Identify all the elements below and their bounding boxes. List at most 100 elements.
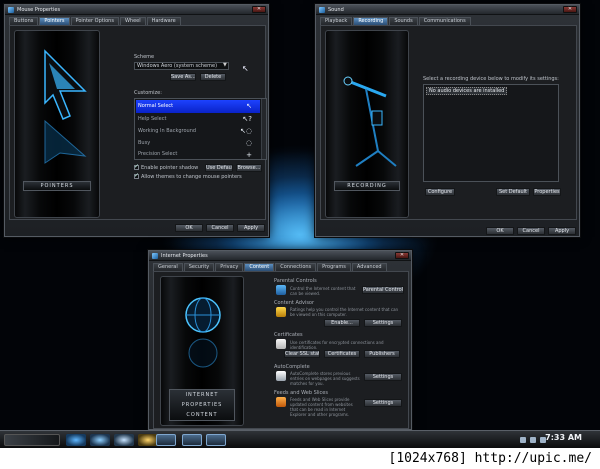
content-advisor-icon xyxy=(276,307,286,317)
recording-instruction: Select a recording device below to modif… xyxy=(423,76,559,82)
autocomplete-settings-button[interactable]: Settings xyxy=(364,373,402,381)
content-art: INTERNET PROPERTIES CONTENT xyxy=(160,276,244,426)
certificates-desc: Use certificates for encrypted connectio… xyxy=(290,340,384,350)
tab-pointers[interactable]: Pointers xyxy=(39,17,70,25)
autocomplete-icon xyxy=(276,371,286,381)
mouse-window-icon xyxy=(8,7,14,13)
tab-wheel[interactable]: Wheel xyxy=(119,17,146,25)
taskbar-app-explorer-icon[interactable] xyxy=(66,434,86,446)
pointers-art: POINTERS xyxy=(14,30,100,218)
taskbar-app-network-icon[interactable] xyxy=(90,434,110,446)
mouse-cancel-button[interactable]: Cancel xyxy=(206,224,234,232)
feeds-title: Feeds and Web Slices xyxy=(274,390,328,396)
taskbar-app-mouse-properties[interactable] xyxy=(156,434,176,446)
taskbar: 7:33 AM xyxy=(0,430,600,448)
globe-art-icon xyxy=(185,297,221,368)
pointer-row-precision-select[interactable]: Precision Select + xyxy=(136,149,260,160)
tab-content[interactable]: Content xyxy=(244,263,275,271)
taskbar-app-browser-icon[interactable] xyxy=(138,434,158,446)
tray-volume-icon[interactable] xyxy=(530,437,536,443)
busy-cursor-icon: ◌ xyxy=(245,139,252,147)
content-advisor-desc: Ratings help you control the Internet co… xyxy=(290,307,399,317)
tab-hardware[interactable]: Hardware xyxy=(146,17,181,25)
tab-security[interactable]: Security xyxy=(183,263,215,271)
certificates-title: Certificates xyxy=(274,332,303,338)
taskbar-app-media-icon[interactable] xyxy=(114,434,134,446)
internet-window-icon xyxy=(152,253,158,259)
feeds-settings-button[interactable]: Settings xyxy=(364,399,402,407)
feeds-desc: Feeds and Web Slices provide updated con… xyxy=(290,397,353,417)
no-devices-message: No audio devices are installed xyxy=(426,87,508,95)
tab-buttons[interactable]: Buttons xyxy=(9,17,39,25)
tab-recording[interactable]: Recording xyxy=(353,17,389,25)
help-select-cursor-icon: ↖? xyxy=(242,115,252,123)
taskbar-app-internet-properties[interactable] xyxy=(206,434,226,446)
internet-panel: INTERNET PROPERTIES CONTENT Parental Con… xyxy=(153,271,409,429)
tray-network-icon[interactable] xyxy=(520,437,526,443)
enable-shadow-checkbox[interactable] xyxy=(134,163,139,170)
precision-select-cursor-icon: + xyxy=(246,151,252,159)
internet-titlebar[interactable]: Internet Properties ✕ xyxy=(149,251,411,261)
configure-button[interactable]: Configure xyxy=(425,188,455,196)
pointers-art-label: POINTERS xyxy=(23,181,91,191)
customize-label: Customize: xyxy=(134,90,162,96)
chevron-down-icon[interactable]: ▼ xyxy=(223,62,227,68)
allow-themes-label: Allow themes to change mouse pointers xyxy=(141,174,242,180)
taskbar-app-sound[interactable] xyxy=(182,434,202,446)
tab-playback[interactable]: Playback xyxy=(320,17,353,25)
sound-panel: RECORDING Select a recording device belo… xyxy=(320,25,577,220)
pointer-row-normal-select[interactable]: Normal Select ↖ xyxy=(136,100,260,113)
tab-communications[interactable]: Communications xyxy=(418,17,471,25)
mouse-titlebar[interactable]: Mouse Properties ✕ xyxy=(5,5,268,15)
set-default-button[interactable]: Set Default xyxy=(496,188,530,196)
tab-programs[interactable]: Programs xyxy=(317,263,351,271)
use-default-button[interactable]: Use Default xyxy=(205,164,233,172)
tab-pointer-options[interactable]: Pointer Options xyxy=(70,17,119,25)
sound-ok-button[interactable]: OK xyxy=(486,227,514,235)
properties-button[interactable]: Properties xyxy=(533,188,561,196)
sound-close-button[interactable]: ✕ xyxy=(563,6,577,13)
pointer-list-scrollbar[interactable] xyxy=(261,99,266,159)
mouse-ok-button[interactable]: OK xyxy=(175,224,203,232)
mouse-properties-window: Mouse Properties ✕ Buttons Pointers Poin… xyxy=(4,4,269,237)
start-orb-icon[interactable] xyxy=(4,434,60,446)
mouse-window-title: Mouse Properties xyxy=(17,7,61,13)
clear-ssl-button[interactable]: Clear SSL state xyxy=(284,350,320,358)
feeds-icon xyxy=(276,397,286,407)
recording-device-list[interactable]: No audio devices are installed xyxy=(423,84,559,182)
parental-controls-title: Parental Controls xyxy=(274,278,317,284)
normal-select-cursor-icon: ↖ xyxy=(246,102,252,110)
autocomplete-desc: AutoComplete stores previous entries on … xyxy=(290,371,360,386)
content-advisor-settings-button[interactable]: Settings xyxy=(364,319,402,327)
internet-tabs: General Security Privacy Content Connect… xyxy=(153,263,388,271)
delete-button[interactable]: Delete xyxy=(200,73,226,81)
save-as-button[interactable]: Save As... xyxy=(170,73,196,81)
tab-connections[interactable]: Connections xyxy=(275,263,317,271)
pointer-list[interactable]: Normal Select ↖ Help Select ↖? Working I… xyxy=(134,98,267,160)
scheme-select[interactable]: Windows Aero (system scheme) xyxy=(134,62,229,70)
scheme-label: Scheme xyxy=(134,54,155,60)
autocomplete-title: AutoComplete xyxy=(274,364,310,370)
tab-general[interactable]: General xyxy=(153,263,183,271)
taskbar-clock[interactable]: 7:33 AM xyxy=(545,433,582,442)
sound-window: Sound ✕ Playback Recording Sounds Commun… xyxy=(315,4,580,237)
allow-themes-checkbox[interactable] xyxy=(134,172,139,179)
certificate-icon xyxy=(276,339,286,349)
scheme-preview-cursor-icon: ↖ xyxy=(242,64,249,73)
mouse-close-button[interactable]: ✕ xyxy=(252,6,266,13)
sound-cancel-button[interactable]: Cancel xyxy=(517,227,545,235)
internet-close-button[interactable]: ✕ xyxy=(395,252,409,259)
tab-sounds[interactable]: Sounds xyxy=(389,17,418,25)
enable-button[interactable]: Enable... xyxy=(324,319,360,327)
enable-shadow-label: Enable pointer shadow xyxy=(141,165,199,171)
internet-properties-window: Internet Properties ✕ General Security P… xyxy=(148,250,412,430)
mouse-apply-button[interactable]: Apply xyxy=(237,224,265,232)
publishers-button[interactable]: Publishers xyxy=(364,350,400,358)
parental-controls-button[interactable]: Parental Controls xyxy=(362,286,404,294)
tab-advanced[interactable]: Advanced xyxy=(351,263,387,271)
browse-button[interactable]: Browse... xyxy=(236,164,262,172)
sound-titlebar[interactable]: Sound ✕ xyxy=(316,5,579,15)
sound-apply-button[interactable]: Apply xyxy=(548,227,576,235)
tab-privacy[interactable]: Privacy xyxy=(215,263,244,271)
certificates-button[interactable]: Certificates xyxy=(324,350,360,358)
